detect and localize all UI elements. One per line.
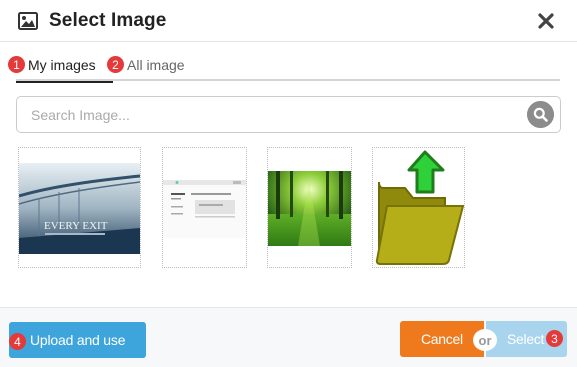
or-separator: or [473, 329, 497, 351]
close-icon[interactable] [537, 12, 555, 30]
tab-label: All image [127, 56, 185, 73]
image-icon [18, 12, 38, 30]
upload-new-image-tile[interactable] [372, 147, 465, 268]
poster-caption: EVERY EXIT [44, 220, 108, 232]
upload-button-label: Upload and use [30, 332, 126, 348]
step-badge: 2 [107, 56, 124, 73]
search-icon[interactable] [527, 101, 554, 128]
dialog-header: Select Image [0, 0, 577, 42]
select-image-dialog: Select Image 1 My images 2 All image Sea… [0, 0, 577, 367]
dialog-footer: 4 Upload and use Cancel Select 3 or [0, 307, 577, 367]
forest-image [268, 171, 351, 246]
tab-bar: 1 My images 2 All image [8, 48, 560, 83]
search-box [16, 96, 561, 133]
webpage-image [163, 180, 246, 238]
tab-label: My images [28, 56, 96, 73]
cancel-button[interactable]: Cancel [400, 321, 484, 357]
image-thumbnail-webpage[interactable] [162, 147, 247, 268]
search-input[interactable] [17, 97, 517, 132]
tab-my-images[interactable]: 1 My images [8, 48, 113, 83]
select-button[interactable]: Select 3 [486, 321, 567, 357]
step-badge: 4 [9, 333, 26, 350]
cancel-button-label: Cancel [421, 331, 463, 347]
tab-all-image[interactable]: 2 All image [107, 48, 207, 81]
bridge-image: EVERY EXIT [19, 163, 140, 254]
dialog-title: Select Image [49, 10, 167, 31]
select-button-label: Select [507, 331, 545, 347]
step-badge: 1 [8, 56, 25, 73]
folder-upload-icon [375, 150, 464, 265]
step-badge: 3 [546, 330, 563, 347]
image-thumbnail-bridge[interactable]: EVERY EXIT [18, 147, 141, 268]
image-thumbnail-forest[interactable] [267, 147, 352, 268]
upload-and-use-button[interactable]: 4 Upload and use [9, 322, 146, 358]
